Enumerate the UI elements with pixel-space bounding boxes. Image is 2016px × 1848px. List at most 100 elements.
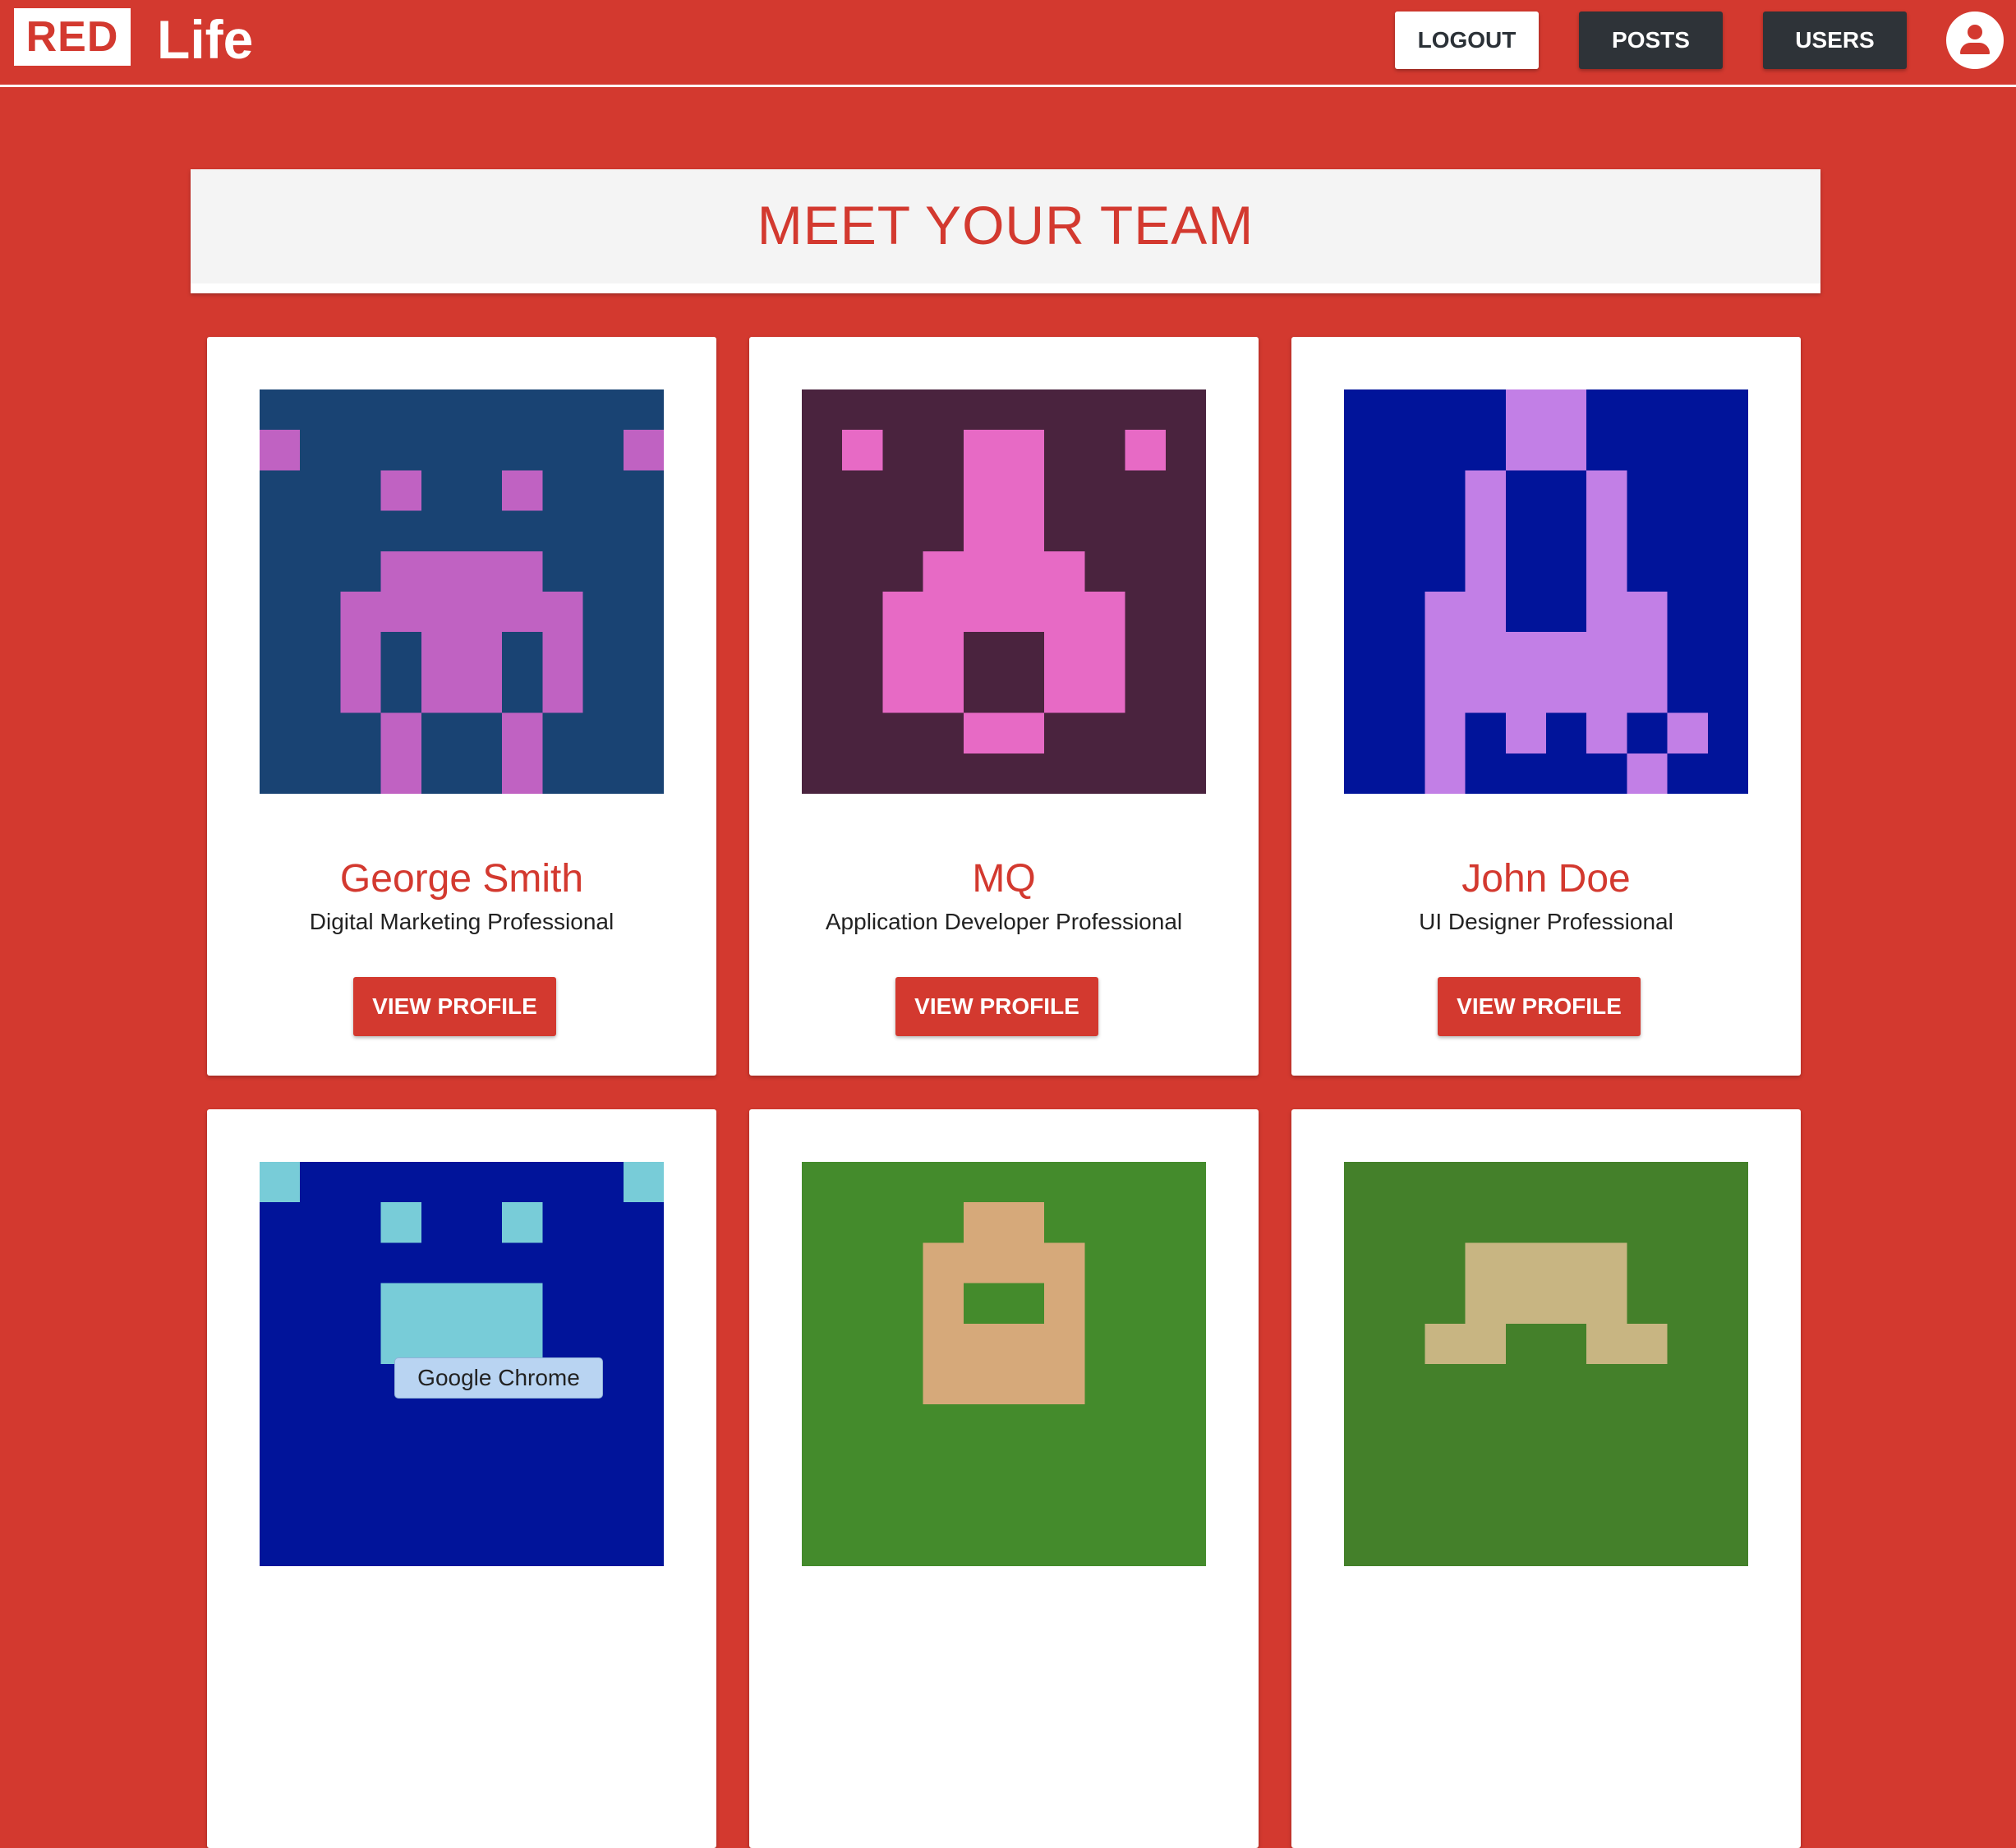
pixel-avatar-cell	[1004, 1364, 1045, 1405]
pixel-avatar-cell	[623, 430, 664, 471]
member-role: Digital Marketing Professional	[309, 909, 614, 934]
pixel-avatar-cell	[963, 1202, 1004, 1243]
member-name: George Smith	[339, 857, 584, 901]
pixel-avatar-cell	[1586, 510, 1627, 551]
view-profile-button[interactable]: VIEW PROFILE	[353, 977, 556, 1036]
pixel-avatar-cell	[1546, 430, 1587, 471]
pixel-avatar-cell	[923, 632, 964, 673]
pixel-avatar-cell	[1546, 1283, 1587, 1324]
pixel-avatar-cell	[923, 672, 964, 713]
users-button[interactable]: USERS	[1763, 12, 1907, 69]
pixel-avatar	[260, 389, 664, 794]
pixel-avatar-cell	[1004, 470, 1045, 511]
pixel-avatar-cell	[340, 632, 381, 673]
pixel-avatar-cell	[340, 592, 381, 633]
pixel-avatar-cell	[1546, 389, 1587, 431]
pixel-avatar-cell	[1465, 632, 1506, 673]
pixel-avatar-cell	[502, 712, 543, 753]
pixel-avatar-cell	[1084, 632, 1125, 673]
pixel-avatar-cell	[502, 470, 543, 511]
view-profile-button[interactable]: VIEW PROFILE	[895, 977, 1098, 1036]
logo-text[interactable]: Life	[157, 7, 253, 72]
pixel-avatar-cell	[1465, 510, 1506, 551]
pixel-avatar-cell	[1627, 1323, 1668, 1364]
pixel-avatar-cell	[421, 672, 462, 713]
pixel-avatar-cell	[1465, 1323, 1506, 1364]
pixel-avatar-cell	[502, 1283, 543, 1324]
pixel-avatar-cell	[842, 430, 883, 471]
pixel-avatar-cell	[1425, 632, 1466, 673]
account-circle-icon[interactable]	[1946, 12, 2004, 69]
pixel-avatar-cell	[1004, 510, 1045, 551]
pixel-avatar-cell	[1044, 672, 1085, 713]
pixel-avatar-cell	[1465, 551, 1506, 592]
pixel-avatar-cell	[502, 592, 543, 633]
pixel-avatar-cell	[1465, 592, 1506, 633]
pixel-avatar-cell	[1586, 1242, 1627, 1283]
pixel-avatar-cell	[923, 592, 964, 633]
pixel-avatar-cell	[923, 551, 964, 592]
pixel-avatar-cell	[1004, 712, 1045, 753]
app-tooltip: Google Chrome	[394, 1357, 603, 1399]
pixel-avatar-cell	[963, 470, 1004, 511]
team-card	[749, 1109, 1259, 1848]
pixel-avatar-cell	[1627, 632, 1668, 673]
pixel-avatar-cell	[1586, 712, 1627, 753]
pixel-avatar-cell	[260, 1162, 301, 1203]
pixel-avatar-cell	[1425, 753, 1466, 794]
pixel-avatar-cell	[542, 592, 583, 633]
pixel-avatar-cell	[502, 551, 543, 592]
pixel-avatar-cell	[963, 712, 1004, 753]
pixel-avatar-cell	[1546, 672, 1587, 713]
pixel-avatar-cell	[1004, 430, 1045, 471]
team-card	[207, 337, 716, 1076]
pixel-avatar-cell	[1004, 592, 1045, 633]
pixel-avatar-cell	[1586, 470, 1627, 511]
pixel-avatar-cell	[1627, 753, 1668, 794]
pixel-avatar-cell	[380, 753, 421, 794]
pixel-avatar-cell	[1425, 1323, 1466, 1364]
pixel-avatar-cell	[1586, 632, 1627, 673]
pixel-avatar-cell	[260, 430, 301, 471]
pixel-avatar-cell	[1044, 551, 1085, 592]
pixel-avatar-cell	[1586, 592, 1627, 633]
pixel-avatar-cell	[1044, 1283, 1085, 1324]
pixel-avatar-cell	[380, 1202, 421, 1243]
pixel-avatar-cell	[1465, 1242, 1506, 1283]
pixel-avatar-cell	[1586, 672, 1627, 713]
team-card	[207, 1109, 716, 1848]
pixel-avatar-cell	[1465, 672, 1506, 713]
view-profile-button[interactable]: VIEW PROFILE	[1438, 977, 1641, 1036]
account-head-shape	[1968, 25, 1982, 39]
pixel-avatar-cell	[963, 1242, 1004, 1283]
pixel-avatar-cell	[882, 632, 923, 673]
pixel-avatar-cell	[923, 1364, 964, 1405]
pixel-avatar-cell	[1044, 1242, 1085, 1283]
pixel-avatar-cell	[923, 1242, 964, 1283]
pixel-avatar-cell	[1586, 1283, 1627, 1324]
pixel-avatar-cell	[963, 1323, 1004, 1364]
pixel-avatar-cell	[1004, 551, 1045, 592]
member-name: John Doe	[1461, 857, 1631, 901]
pixel-avatar-cell	[380, 551, 421, 592]
pixel-avatar-cell	[1667, 712, 1708, 753]
team-card	[1291, 1109, 1801, 1848]
pixel-avatar-cell	[502, 753, 543, 794]
pixel-avatar-cell	[380, 470, 421, 511]
pixel-avatar-cell	[1004, 1323, 1045, 1364]
posts-button[interactable]: POSTS	[1579, 12, 1723, 69]
pixel-avatar	[802, 389, 1206, 794]
pixel-avatar-cell	[1465, 470, 1506, 511]
pixel-avatar-cell	[963, 430, 1004, 471]
pixel-avatar-cell	[1004, 1242, 1045, 1283]
pixel-avatar-cell	[1627, 672, 1668, 713]
pixel-avatar-cell	[1125, 430, 1166, 471]
pixel-avatar-cell	[1044, 592, 1085, 633]
pixel-avatar	[1344, 1162, 1748, 1566]
pixel-avatar-cell	[882, 672, 923, 713]
pixel-avatar-cell	[623, 1162, 664, 1203]
logout-button[interactable]: LOGOUT	[1395, 12, 1539, 69]
pixel-avatar-cell	[882, 592, 923, 633]
pixel-avatar-cell	[1044, 1364, 1085, 1405]
logo-badge[interactable]: RED	[14, 8, 131, 66]
